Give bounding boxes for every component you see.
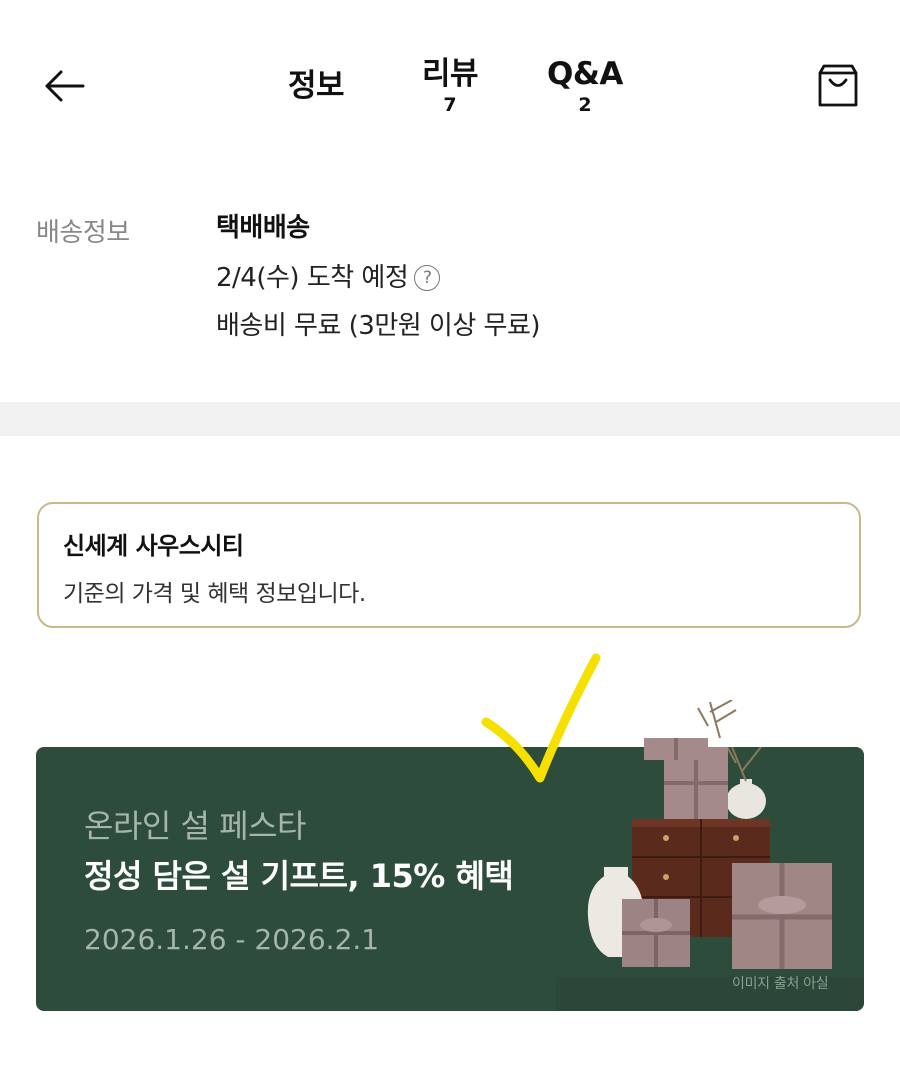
- help-icon[interactable]: ?: [414, 265, 441, 291]
- store-notice: 신세계 사우스시티 기준의 가격 및 혜택 정보입니다.: [37, 502, 861, 628]
- banner-subtitle: 온라인 설 페스타: [84, 807, 306, 845]
- shipping-label: 배송정보: [36, 218, 130, 248]
- notice-description: 기준의 가격 및 혜택 정보입니다.: [63, 581, 366, 607]
- tab-info[interactable]: 정보: [276, 68, 356, 104]
- tab-review-label: 리뷰: [421, 56, 479, 92]
- tab-info-label: 정보: [287, 68, 345, 104]
- shipping-fee: 배송비 무료 (3만원 이상 무료): [216, 306, 541, 346]
- shipping-detail: 택배배송 2/4(수) 도착 예정 ? 배송비 무료 (3만원 이상 무료): [216, 208, 541, 346]
- cart-button[interactable]: [812, 60, 864, 112]
- tab-review-count: 7: [443, 94, 457, 116]
- arrival-row: 2/4(수) 도착 예정 ?: [216, 258, 540, 298]
- tab-qna[interactable]: Q&A 2: [540, 56, 630, 116]
- back-button[interactable]: [40, 62, 88, 110]
- tab-qna-label: Q&A: [547, 56, 623, 92]
- arrival-date: 2/4(수) 도착 예정: [216, 263, 409, 293]
- promo-banner[interactable]: 온라인 설 페스타 정성 담은 설 기프트, 15% 혜택 2026.1.26 …: [36, 747, 864, 1011]
- banner-title: 정성 담은 설 기프트, 15% 혜택: [84, 857, 514, 895]
- gift-illustration: [556, 747, 864, 1011]
- arrow-left-icon: [45, 70, 85, 102]
- banner-date: 2026.1.26 - 2026.2.1: [84, 923, 380, 956]
- shopping-bag-icon: [818, 64, 858, 107]
- image-credit: 이미지 출처 아실: [732, 976, 829, 992]
- section-divider: [0, 402, 900, 436]
- shipping-method: 택배배송: [216, 213, 310, 243]
- tab-qna-count: 2: [578, 94, 592, 116]
- top-nav: 정보 리뷰 7 Q&A 2: [0, 0, 900, 160]
- store-name: 신세계 사우스시티: [63, 532, 244, 560]
- shipping-fee-text: 배송비 무료 (3만원 이상 무료): [216, 311, 541, 341]
- tab-review[interactable]: 리뷰 7: [410, 56, 490, 116]
